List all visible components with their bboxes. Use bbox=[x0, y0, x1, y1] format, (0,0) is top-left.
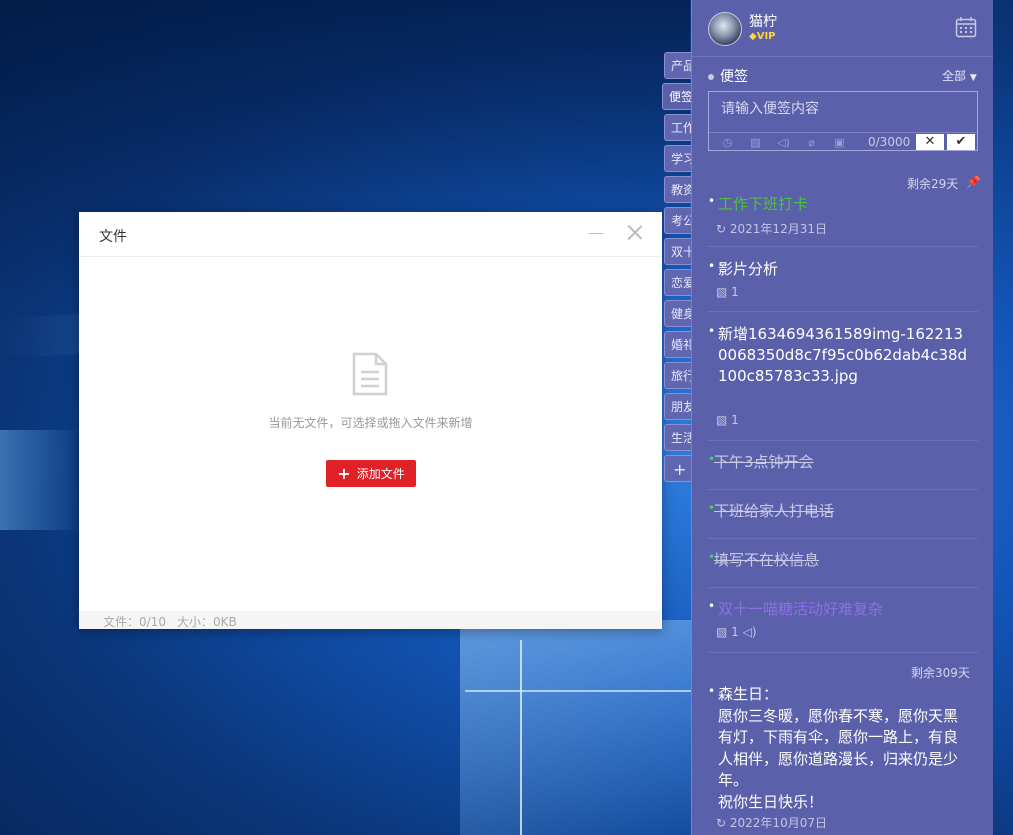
list-item[interactable]: • 填写不在校信息 bbox=[708, 550, 978, 588]
note-title: 填写不在校信息 bbox=[714, 551, 820, 569]
file-dialog: 文件 当前无文件，可选择或拖入文件来新增 + 添加文件 文件：0/10 大小：0… bbox=[79, 212, 662, 629]
list-item[interactable]: • 双十一喵糖活动好难复杂 ▧ 1 ◁) bbox=[708, 599, 978, 653]
attachment-icon[interactable]: ⌀ bbox=[805, 136, 818, 149]
add-file-label: 添加文件 bbox=[356, 467, 405, 481]
file-count: 文件：0/10 bbox=[103, 615, 166, 629]
avatar[interactable] bbox=[708, 12, 742, 46]
tab-friends[interactable]: 朋友 bbox=[664, 393, 694, 420]
dialog-header: 文件 bbox=[79, 212, 662, 257]
image-icon: ▧ bbox=[716, 625, 728, 639]
audio-icon[interactable]: ◁) bbox=[777, 136, 790, 149]
wallpaper-light-left bbox=[0, 430, 80, 530]
tab-travel[interactable]: 旅行 bbox=[664, 362, 694, 389]
remaining-days: 剩余29天 bbox=[907, 177, 959, 191]
note-title: 下班给家人打电话 bbox=[714, 502, 835, 520]
repeat-icon: ↻ bbox=[716, 222, 727, 236]
tab-notes[interactable]: 便签 bbox=[662, 83, 694, 110]
tab-fitness[interactable]: 健身 bbox=[664, 300, 694, 327]
tab-life[interactable]: 生活 bbox=[664, 424, 694, 451]
image-icon: ▧ bbox=[716, 413, 728, 427]
note-title: 影片分析 bbox=[718, 260, 779, 278]
remaining-days: 剩余309天 bbox=[911, 666, 970, 680]
char-counter: 0/3000 bbox=[868, 135, 911, 149]
vip-badge: ◆VIP bbox=[749, 31, 776, 42]
diamond-icon: ◆ bbox=[749, 31, 757, 42]
wallpaper-window-frame-h bbox=[465, 690, 695, 692]
chevron-down-icon: ▼ bbox=[969, 73, 977, 83]
confirm-button[interactable]: ✔ bbox=[947, 134, 975, 150]
empty-state-text: 当前无文件，可选择或拖入文件来新增 bbox=[268, 416, 473, 430]
list-item[interactable]: • 新增1634694361589img-1622130068350d8c7f9… bbox=[708, 324, 978, 441]
add-tab-button[interactable]: + bbox=[664, 455, 694, 482]
section-title: 便签 bbox=[708, 66, 748, 86]
note-date: ↻ 2022年10月07日 bbox=[716, 816, 827, 830]
tab-double-eleven[interactable]: 双十 bbox=[664, 238, 694, 265]
list-item[interactable]: • 下班给家人打电话 bbox=[708, 501, 978, 539]
stop-icon[interactable]: ▣ bbox=[833, 136, 846, 149]
note-input-placeholder: 请输入便签内容 bbox=[721, 101, 819, 117]
input-toolbar: ◷ ▧ ◁) ⌀ ▣ 0/3000 ✕ ✔ bbox=[709, 132, 977, 152]
tab-wedding[interactable]: 婚礼 bbox=[664, 331, 694, 358]
image-icon: ▧ bbox=[716, 285, 728, 299]
add-file-button[interactable]: + 添加文件 bbox=[326, 460, 416, 487]
image-icon[interactable]: ▧ bbox=[749, 136, 762, 149]
minimize-icon[interactable] bbox=[589, 233, 603, 234]
close-icon[interactable] bbox=[627, 224, 643, 240]
tab-work[interactable]: 工作 bbox=[664, 114, 694, 141]
list-item[interactable]: • 影片分析 ▧ 1 bbox=[708, 259, 978, 312]
note-attachments: ▧ 1 bbox=[716, 285, 739, 299]
dialog-footer: 文件：0/10 大小：0KB bbox=[79, 611, 662, 629]
note-title: 工作下班打卡 bbox=[718, 195, 809, 213]
document-icon bbox=[352, 352, 388, 396]
tab-product[interactable]: 产品 bbox=[664, 52, 694, 79]
note-title: 下午3点钟开会 bbox=[714, 453, 814, 471]
file-size: 大小：0KB bbox=[177, 615, 237, 629]
note-attachments: ▧ 1 ◁) bbox=[716, 625, 757, 639]
note-title: 双十一喵糖活动好难复杂 bbox=[718, 600, 884, 618]
list-item[interactable]: • 森生日： 愿你三冬暖，愿你春不寒，愿你天黑有灯，下雨有伞，愿你一路上，有良人… bbox=[708, 684, 978, 835]
notes-panel: 猫柠 ◆VIP 便签 全部 ▼ 请输入便签内容 ◷ ▧ ◁) ⌀ ▣ 0/300… bbox=[691, 0, 993, 835]
note-title: 新增1634694361589img-1622130068350d8c7f95c… bbox=[718, 325, 968, 385]
list-item[interactable]: • 下午3点钟开会 bbox=[708, 452, 978, 490]
panel-header: 猫柠 ◆VIP bbox=[692, 0, 993, 57]
cancel-button[interactable]: ✕ bbox=[916, 134, 944, 150]
clock-icon[interactable]: ◷ bbox=[721, 136, 734, 149]
dialog-title: 文件 bbox=[99, 229, 127, 245]
list-item[interactable]: • 工作下班打卡 ↻ 2021年12月31日 bbox=[708, 194, 978, 247]
tab-love[interactable]: 恋爱 bbox=[664, 269, 694, 296]
filter-dropdown[interactable]: 全部 ▼ bbox=[942, 67, 977, 84]
plus-icon: + bbox=[337, 463, 351, 483]
note-title: 森生日： 愿你三冬暖，愿你春不寒，愿你天黑有灯，下雨有伞，愿你一路上，有良人相伴… bbox=[718, 685, 959, 811]
tab-civil-exam[interactable]: 考公 bbox=[664, 207, 694, 234]
tab-teacher-cert[interactable]: 教资 bbox=[664, 176, 694, 203]
repeat-icon: ↻ bbox=[716, 816, 727, 830]
pin-icon[interactable]: 📌 bbox=[966, 175, 981, 189]
note-date: ↻ 2021年12月31日 bbox=[716, 222, 827, 236]
note-input[interactable]: 请输入便签内容 ◷ ▧ ◁) ⌀ ▣ 0/3000 ✕ ✔ bbox=[708, 91, 978, 151]
tab-study[interactable]: 学习 bbox=[664, 145, 694, 172]
note-attachments: ▧ 1 bbox=[716, 413, 739, 427]
audio-icon: ◁) bbox=[742, 625, 757, 639]
wallpaper-window-shape bbox=[460, 620, 700, 835]
user-name: 猫柠 bbox=[749, 14, 777, 30]
wallpaper-window-frame bbox=[520, 640, 522, 835]
calendar-icon[interactable] bbox=[955, 16, 977, 38]
